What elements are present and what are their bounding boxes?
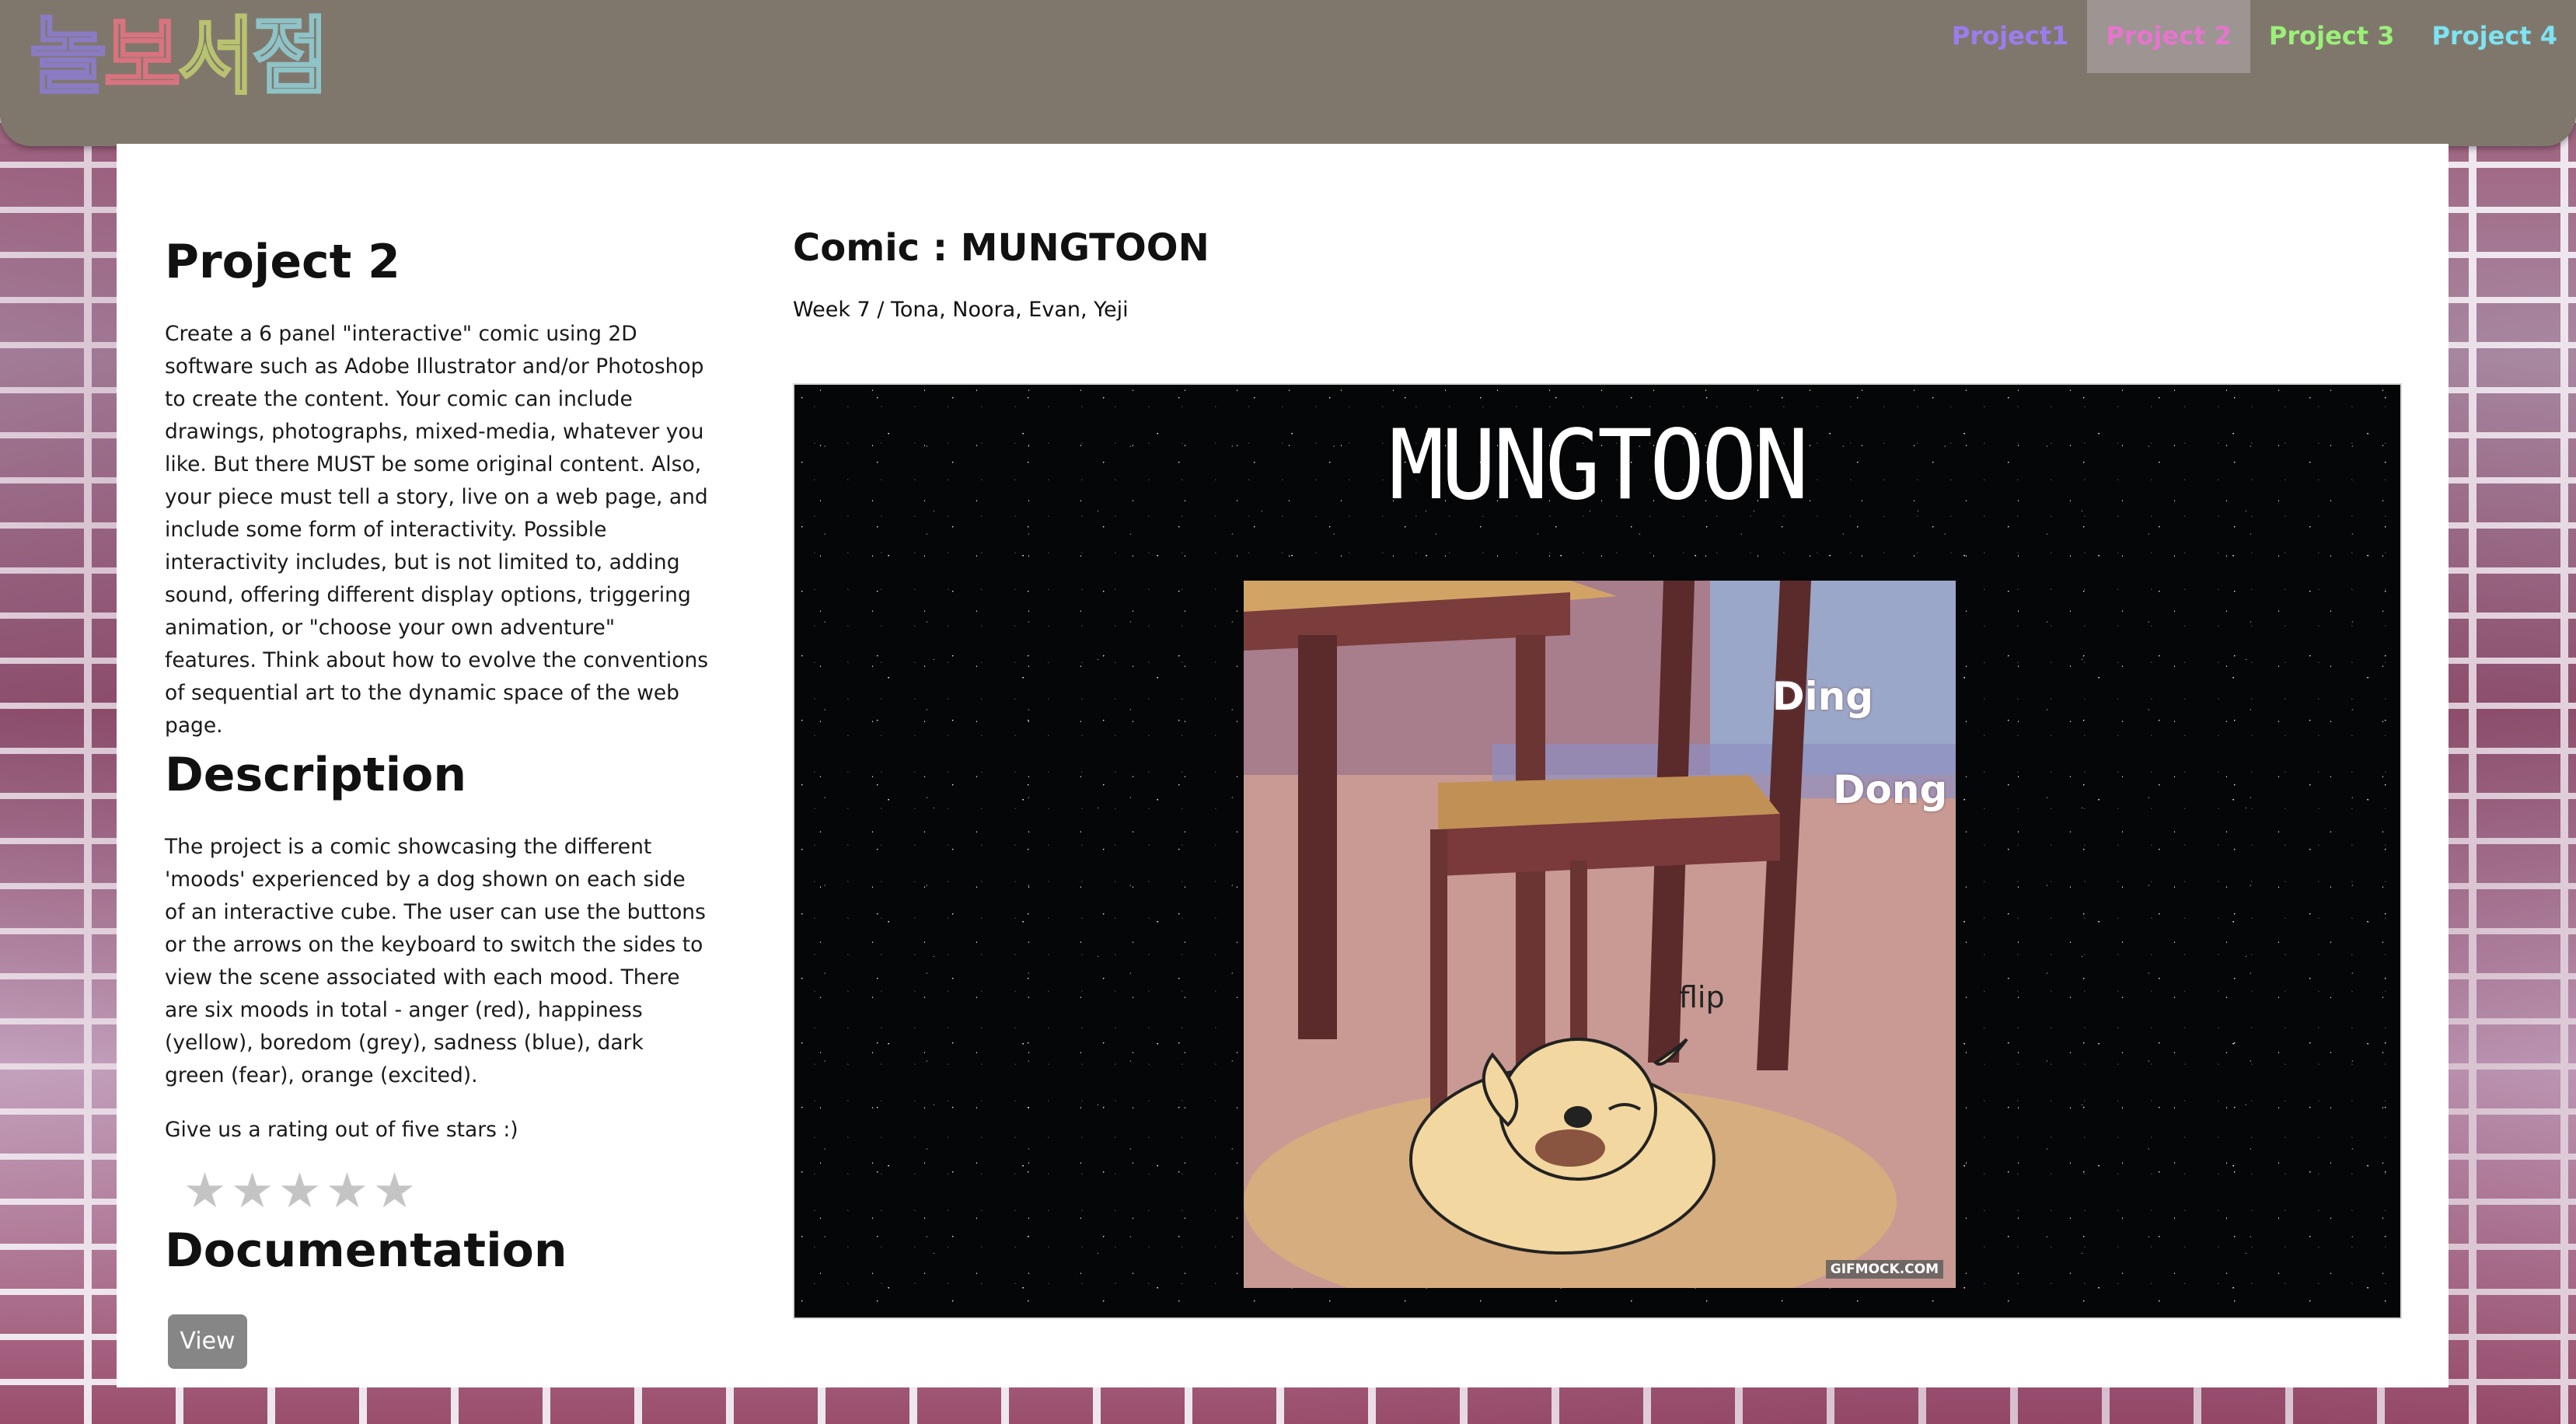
star-2-icon[interactable]: ★ bbox=[229, 1164, 275, 1218]
sfx-flip: flip bbox=[1679, 980, 1725, 1014]
content-panel: Project 2 Create a 6 panel "interactive"… bbox=[117, 144, 2449, 1387]
star-4-icon[interactable]: ★ bbox=[324, 1164, 370, 1218]
page-title: Project 2 bbox=[165, 235, 400, 289]
description-heading: Description bbox=[165, 748, 467, 802]
logo-char: 놀 bbox=[28, 9, 107, 106]
star-rating: ★ ★ ★ ★ ★ bbox=[182, 1164, 709, 1218]
site-logo[interactable]: 놀보서점 bbox=[28, 9, 330, 106]
logo-char: 점 bbox=[251, 9, 330, 106]
sfx-dong: Dong bbox=[1833, 767, 1948, 812]
logo-char: 서 bbox=[176, 9, 256, 106]
documentation-heading: Documentation bbox=[165, 1223, 567, 1278]
comic-credits: Week 7 / Tona, Noora, Evan, Yeji bbox=[793, 298, 1129, 322]
comic-title: Comic : MUNGTOON bbox=[793, 226, 1209, 270]
comic-panel-image: Ding Dong flip GIFMOCK.COM bbox=[1244, 581, 1956, 1288]
star-1-icon[interactable]: ★ bbox=[182, 1164, 228, 1218]
gif-watermark: GIFMOCK.COM bbox=[1825, 1260, 1943, 1279]
logo-char: 보 bbox=[103, 9, 182, 106]
rating-prompt: Give us a rating out of five stars :) bbox=[165, 1118, 518, 1142]
star-3-icon[interactable]: ★ bbox=[277, 1164, 323, 1218]
sfx-ding: Ding bbox=[1772, 674, 1874, 719]
nav-project-2[interactable]: Project 2 bbox=[2087, 0, 2250, 73]
nav-project-4[interactable]: Project 4 bbox=[2413, 0, 2576, 73]
view-documentation-button[interactable]: View bbox=[168, 1314, 247, 1369]
project-nav: Project1 Project 2 Project 3 Project 4 bbox=[1933, 0, 2576, 73]
nav-project-3[interactable]: Project 3 bbox=[2250, 0, 2414, 73]
nav-project-1[interactable]: Project1 bbox=[1933, 0, 2087, 73]
description-text: The project is a comic showcasing the di… bbox=[165, 835, 706, 1087]
star-5-icon[interactable]: ★ bbox=[372, 1164, 417, 1218]
comic-section: Comic : MUNGTOON Week 7 / Tona, Noora, E… bbox=[793, 222, 2402, 1319]
project-info: Project 2 Create a 6 panel "interactive"… bbox=[165, 229, 709, 1369]
top-navbar: 놀보서점 Project1 Project 2 Project 3 Projec… bbox=[0, 0, 2576, 146]
comic-logo: MUNGTOON bbox=[1388, 408, 1809, 522]
project-brief: Create a 6 panel "interactive" comic usi… bbox=[165, 322, 709, 738]
comic-viewer[interactable]: MUNGTOON Ding Dong flip GIFMOCK.COM bbox=[793, 383, 2402, 1319]
